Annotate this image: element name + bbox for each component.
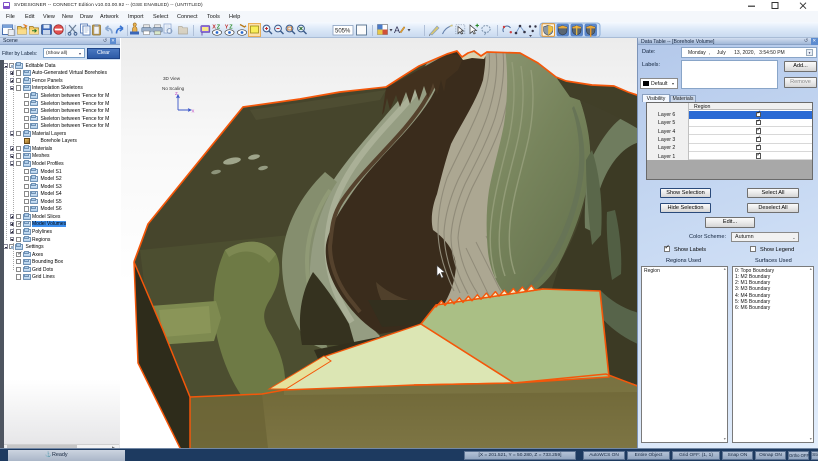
svg-text:X: X: [192, 109, 195, 114]
svg-text:No Scaling: No Scaling: [162, 86, 185, 91]
svg-text:X: X: [212, 25, 216, 31]
svg-text:A: A: [394, 25, 400, 35]
svg-text:Z: Z: [217, 25, 221, 31]
svg-text:505%: 505%: [335, 29, 351, 35]
svg-text:Z: Z: [175, 91, 178, 96]
svg-text:3D View: 3D View: [163, 76, 181, 81]
svg-text:Z: Z: [229, 25, 233, 31]
svg-text:Y: Y: [225, 25, 229, 31]
